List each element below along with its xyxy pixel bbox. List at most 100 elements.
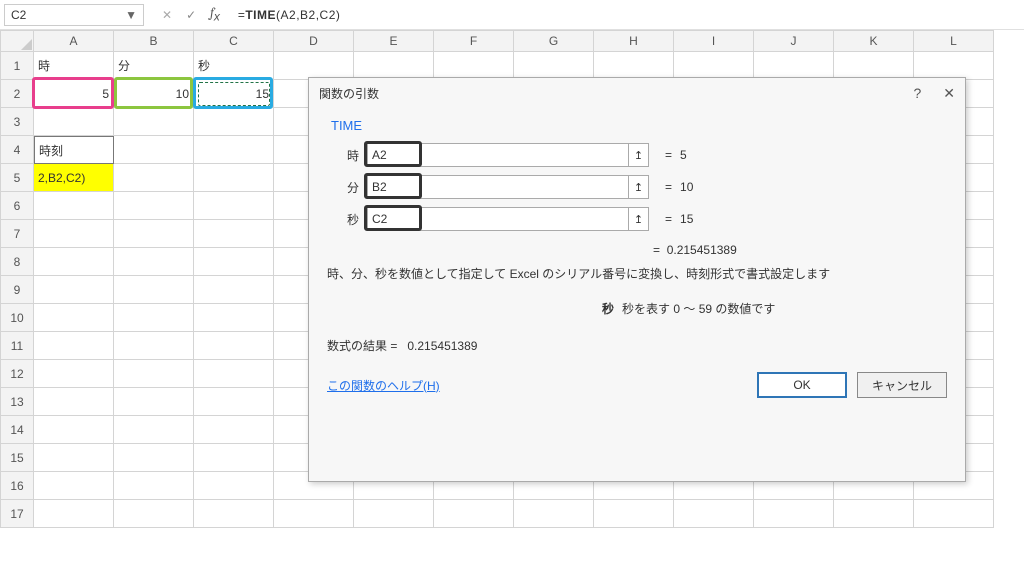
row-header[interactable]: 6 bbox=[0, 192, 34, 220]
row-header[interactable]: 11 bbox=[0, 332, 34, 360]
cell[interactable]: 2,B2,C2) bbox=[34, 164, 114, 192]
close-icon[interactable]: ✕ bbox=[943, 85, 955, 102]
row-header[interactable]: 13 bbox=[0, 388, 34, 416]
row-header[interactable]: 12 bbox=[0, 360, 34, 388]
cell[interactable] bbox=[194, 472, 274, 500]
row-header[interactable]: 3 bbox=[0, 108, 34, 136]
cell[interactable] bbox=[34, 388, 114, 416]
column-header[interactable]: H bbox=[594, 30, 674, 52]
column-header[interactable]: A bbox=[34, 30, 114, 52]
help-icon[interactable]: ? bbox=[913, 85, 921, 101]
cell[interactable] bbox=[34, 108, 114, 136]
cell[interactable] bbox=[194, 248, 274, 276]
column-header[interactable]: F bbox=[434, 30, 514, 52]
cell[interactable] bbox=[114, 500, 194, 528]
formula-input[interactable]: =TIME(A2,B2,C2) bbox=[238, 7, 341, 22]
cell[interactable] bbox=[834, 52, 914, 80]
row-header[interactable]: 2 bbox=[0, 80, 34, 108]
cell[interactable] bbox=[754, 52, 834, 80]
cell[interactable] bbox=[274, 500, 354, 528]
cell[interactable] bbox=[514, 52, 594, 80]
cell[interactable] bbox=[194, 388, 274, 416]
column-header[interactable]: I bbox=[674, 30, 754, 52]
cell[interactable] bbox=[34, 416, 114, 444]
row-header[interactable]: 1 bbox=[0, 52, 34, 80]
cancel-button[interactable]: キャンセル bbox=[857, 372, 947, 398]
cell[interactable] bbox=[114, 360, 194, 388]
arg-input-second[interactable] bbox=[367, 207, 629, 231]
row-header[interactable]: 14 bbox=[0, 416, 34, 444]
cell[interactable] bbox=[34, 276, 114, 304]
cell[interactable] bbox=[34, 192, 114, 220]
row-header[interactable]: 8 bbox=[0, 248, 34, 276]
cell[interactable]: 時 bbox=[34, 52, 114, 80]
cell[interactable] bbox=[34, 360, 114, 388]
cell[interactable] bbox=[194, 276, 274, 304]
cell[interactable] bbox=[194, 444, 274, 472]
column-header[interactable]: J bbox=[754, 30, 834, 52]
column-header[interactable]: E bbox=[354, 30, 434, 52]
cell[interactable] bbox=[34, 500, 114, 528]
cell[interactable] bbox=[114, 472, 194, 500]
cell[interactable] bbox=[514, 500, 594, 528]
cell[interactable] bbox=[194, 304, 274, 332]
column-header[interactable]: D bbox=[274, 30, 354, 52]
cell[interactable] bbox=[674, 52, 754, 80]
cell[interactable] bbox=[34, 332, 114, 360]
row-header[interactable]: 9 bbox=[0, 276, 34, 304]
cell[interactable]: 10 bbox=[114, 80, 194, 108]
column-header[interactable]: G bbox=[514, 30, 594, 52]
cell[interactable] bbox=[594, 52, 674, 80]
cell[interactable] bbox=[674, 500, 754, 528]
cell[interactable] bbox=[194, 332, 274, 360]
row-header[interactable]: 15 bbox=[0, 444, 34, 472]
cell[interactable] bbox=[274, 52, 354, 80]
cell[interactable] bbox=[114, 136, 194, 164]
confirm-icon[interactable]: ✓ bbox=[186, 8, 196, 22]
column-header[interactable]: K bbox=[834, 30, 914, 52]
cell[interactable] bbox=[114, 276, 194, 304]
function-help-link[interactable]: この関数のヘルプ(H) bbox=[327, 377, 440, 394]
row-header[interactable]: 7 bbox=[0, 220, 34, 248]
cancel-icon[interactable]: ✕ bbox=[162, 8, 172, 22]
cell[interactable] bbox=[194, 500, 274, 528]
cell[interactable] bbox=[114, 248, 194, 276]
row-header[interactable]: 5 bbox=[0, 164, 34, 192]
row-header[interactable]: 4 bbox=[0, 136, 34, 164]
collapse-icon[interactable]: ↥ bbox=[629, 207, 649, 231]
cell[interactable] bbox=[434, 500, 514, 528]
arg-input-minute[interactable] bbox=[367, 175, 629, 199]
column-header[interactable]: B bbox=[114, 30, 194, 52]
cell[interactable] bbox=[114, 304, 194, 332]
cell[interactable]: 時刻 bbox=[34, 136, 114, 164]
select-all-corner[interactable] bbox=[0, 30, 34, 52]
cell[interactable] bbox=[194, 136, 274, 164]
cell[interactable] bbox=[834, 500, 914, 528]
cell[interactable] bbox=[594, 500, 674, 528]
row-header[interactable]: 16 bbox=[0, 472, 34, 500]
ok-button[interactable]: OK bbox=[757, 372, 847, 398]
cell[interactable]: 分 bbox=[114, 52, 194, 80]
cell[interactable] bbox=[194, 416, 274, 444]
row-header[interactable]: 10 bbox=[0, 304, 34, 332]
cell[interactable]: 5 bbox=[34, 80, 114, 108]
cell[interactable] bbox=[114, 164, 194, 192]
cell[interactable] bbox=[194, 220, 274, 248]
cell[interactable] bbox=[114, 220, 194, 248]
cell[interactable] bbox=[434, 52, 514, 80]
cell[interactable] bbox=[194, 108, 274, 136]
row-header[interactable]: 17 bbox=[0, 500, 34, 528]
cell[interactable] bbox=[34, 472, 114, 500]
cell[interactable] bbox=[194, 192, 274, 220]
cell[interactable]: 秒 bbox=[194, 52, 274, 80]
cell[interactable] bbox=[194, 164, 274, 192]
name-box[interactable]: C2 ▼ bbox=[4, 4, 144, 26]
fx-icon[interactable]: fx bbox=[210, 6, 220, 24]
cell[interactable] bbox=[114, 444, 194, 472]
cell[interactable]: 15 bbox=[194, 80, 274, 108]
cell[interactable] bbox=[194, 360, 274, 388]
cell[interactable] bbox=[114, 388, 194, 416]
cell[interactable] bbox=[114, 416, 194, 444]
cell[interactable] bbox=[34, 304, 114, 332]
collapse-icon[interactable]: ↥ bbox=[629, 175, 649, 199]
